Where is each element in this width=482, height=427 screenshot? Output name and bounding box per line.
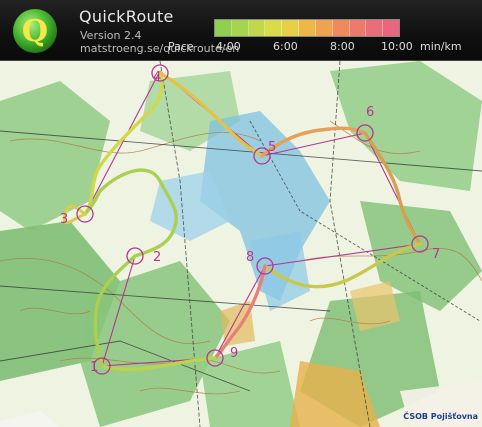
control-number-9: 9	[230, 346, 238, 361]
control-number-4: 4	[153, 70, 161, 85]
pace-label: Pace	[168, 40, 194, 53]
pace-color-cell	[299, 20, 316, 36]
pace-unit: min/km	[420, 40, 462, 53]
control-number-5: 5	[268, 140, 276, 155]
pace-tick-4: 4:00	[216, 40, 241, 53]
control-number-8: 8	[246, 250, 254, 265]
pace-tick-8: 8:00	[330, 40, 355, 53]
pace-color-cell	[383, 20, 399, 36]
pace-tick-6: 6:00	[273, 40, 298, 53]
svg-text:Q: Q	[22, 14, 48, 49]
control-number-6: 6	[366, 105, 374, 120]
sponsor-logo: ČSOB Pojišťovna	[403, 412, 478, 421]
pace-color-cell	[332, 20, 350, 36]
pace-color-cell	[215, 20, 232, 36]
control-number-7: 7	[432, 247, 440, 262]
pace-color-cell	[248, 20, 266, 36]
pace-color-cell	[315, 20, 333, 36]
header-bar: Q QuickRoute Version 2.4 matstroeng.se/q…	[0, 0, 482, 61]
pace-color-cell	[265, 20, 283, 36]
control-number-3: 3	[60, 212, 68, 227]
app-title: QuickRoute	[79, 7, 174, 26]
pace-color-scale	[214, 19, 400, 37]
pace-color-cell	[366, 20, 384, 36]
pace-color-cell	[282, 20, 300, 36]
orienteering-map[interactable]: 1 2 3 4 5 6 7 8 9	[0, 61, 482, 427]
pace-tick-10: 10:00	[381, 40, 413, 53]
control-number-1: 1	[90, 360, 98, 375]
quickroute-logo-icon: Q	[13, 9, 57, 53]
pace-color-cell	[231, 20, 249, 36]
control-number-2: 2	[153, 250, 161, 265]
app-version: Version 2.4	[80, 29, 142, 42]
pace-color-cell	[349, 20, 367, 36]
quickroute-window: Q QuickRoute Version 2.4 matstroeng.se/q…	[0, 0, 482, 427]
